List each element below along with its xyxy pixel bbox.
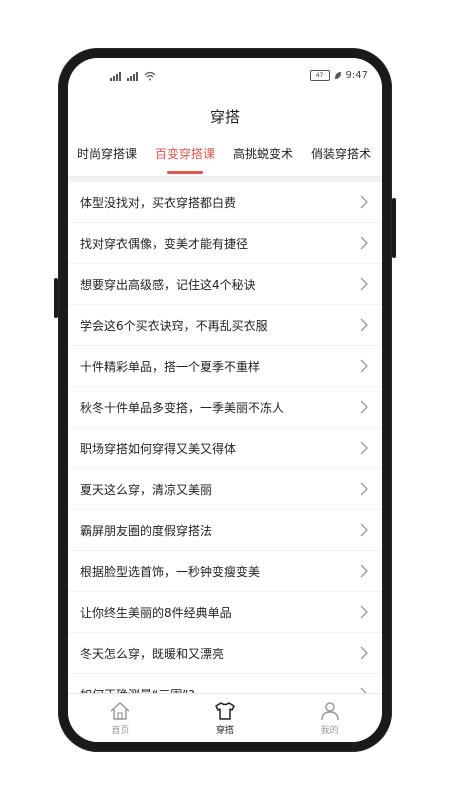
- phone-frame: 47 9:47 穿搭 时尚穿搭课 百变穿搭课 高挑蜕变术 俏装穿搭术 穿 体型没…: [54, 48, 396, 752]
- tab-versatile-course[interactable]: 百变穿搭课: [146, 140, 224, 176]
- chevron-right-icon: [360, 441, 368, 455]
- bottom-nav: 首页 穿搭 我的: [68, 693, 382, 742]
- chevron-right-icon: [360, 564, 368, 578]
- list-item-label: 找对穿衣偶像，变美才能有捷径: [80, 236, 249, 251]
- list-item[interactable]: 让你终生美丽的8件经典单品: [68, 592, 382, 632]
- list-item[interactable]: 体型没找对，买衣穿搭都白费: [68, 182, 382, 222]
- tab-fashion-course[interactable]: 时尚穿搭课: [68, 140, 146, 176]
- list-item[interactable]: 想要穿出高级感，记住这4个秘诀: [68, 264, 382, 304]
- chevron-right-icon: [360, 523, 368, 537]
- list-item-label: 冬天怎么穿，既暖和又漂亮: [80, 646, 225, 661]
- list-item[interactable]: 根据脸型选首饰，一秒钟变瘦变美: [68, 551, 382, 591]
- list-item[interactable]: 秋冬十件单品多变搭，一季美丽不冻人: [68, 387, 382, 427]
- list-item-label: 霸屏朋友圈的度假穿搭法: [80, 523, 213, 538]
- home-icon: [110, 701, 130, 720]
- status-time: 9:47: [345, 70, 368, 81]
- nav-outfit-label: 穿搭: [215, 725, 234, 736]
- user-icon: [320, 701, 339, 720]
- list-item[interactable]: 学会这6个买衣诀窍，不再乱买衣服: [68, 305, 382, 345]
- list-item-label: 体型没找对，买衣穿搭都白费: [80, 195, 237, 210]
- category-tabs: 时尚穿搭课 百变穿搭课 高挑蜕变术 俏装穿搭术 穿: [68, 140, 382, 177]
- list-item[interactable]: 霸屏朋友圈的度假穿搭法: [68, 510, 382, 550]
- status-left: [110, 71, 156, 81]
- list-item[interactable]: 冬天怎么穿，既暖和又漂亮: [68, 633, 382, 673]
- page-title: 穿搭: [68, 94, 382, 140]
- leaf-icon: [334, 72, 341, 79]
- nav-home[interactable]: 首页: [80, 701, 160, 736]
- course-list: 体型没找对，买衣穿搭都白费 找对穿衣偶像，变美才能有捷径 想要穿出高级感，记住这…: [68, 182, 382, 694]
- tab-chic-style[interactable]: 俏装穿搭术: [302, 140, 380, 176]
- volume-button: [54, 278, 58, 318]
- list-item-label: 夏天这么穿，清凉又美丽: [80, 482, 213, 497]
- tab-more[interactable]: 穿: [380, 140, 382, 176]
- signal-icon: [127, 72, 138, 81]
- list-item-label: 让你终生美丽的8件经典单品: [80, 605, 232, 620]
- chevron-right-icon: [360, 482, 368, 496]
- chevron-right-icon: [360, 646, 368, 660]
- list-item-label: 秋冬十件单品多变搭，一季美丽不冻人: [80, 400, 285, 415]
- wifi-icon: [144, 71, 156, 81]
- nav-mine-label: 我的: [320, 725, 339, 736]
- chevron-right-icon: [360, 236, 368, 250]
- nav-outfit[interactable]: 穿搭: [185, 701, 265, 736]
- list-item-label: 职场穿搭如何穿得又美又得体: [80, 441, 237, 456]
- signal-icon: [110, 72, 121, 81]
- tab-tall-transform[interactable]: 高挑蜕变术: [224, 140, 302, 176]
- list-item-label: 根据脸型选首饰，一秒钟变瘦变美: [80, 564, 261, 579]
- status-right: 47 9:47: [309, 70, 368, 81]
- list-item[interactable]: 职场穿搭如何穿得又美又得体: [68, 428, 382, 468]
- list-item[interactable]: 找对穿衣偶像，变美才能有捷径: [68, 223, 382, 263]
- chevron-right-icon: [360, 400, 368, 414]
- chevron-right-icon: [360, 318, 368, 332]
- chevron-right-icon: [360, 359, 368, 373]
- list-item-label: 十件精彩单品，搭一个夏季不重样: [80, 359, 261, 374]
- power-button: [392, 198, 396, 258]
- app-screen: 47 9:47 穿搭 时尚穿搭课 百变穿搭课 高挑蜕变术 俏装穿搭术 穿 体型没…: [68, 58, 382, 742]
- list-item[interactable]: 夏天这么穿，清凉又美丽: [68, 469, 382, 509]
- chevron-right-icon: [360, 195, 368, 209]
- list-item-label: 学会这6个买衣诀窍，不再乱买衣服: [80, 318, 268, 333]
- chevron-right-icon: [360, 605, 368, 619]
- list-item[interactable]: 十件精彩单品，搭一个夏季不重样: [68, 346, 382, 386]
- list-item[interactable]: 如何正确测量“三围”?: [68, 674, 382, 694]
- status-bar: 47 9:47: [68, 58, 382, 94]
- nav-home-label: 首页: [111, 725, 130, 736]
- list-item-label: 想要穿出高级感，记住这4个秘诀: [80, 277, 256, 292]
- battery-icon: 47: [309, 70, 330, 81]
- chevron-right-icon: [360, 277, 368, 291]
- nav-mine[interactable]: 我的: [290, 701, 370, 736]
- shirt-icon: [215, 701, 235, 720]
